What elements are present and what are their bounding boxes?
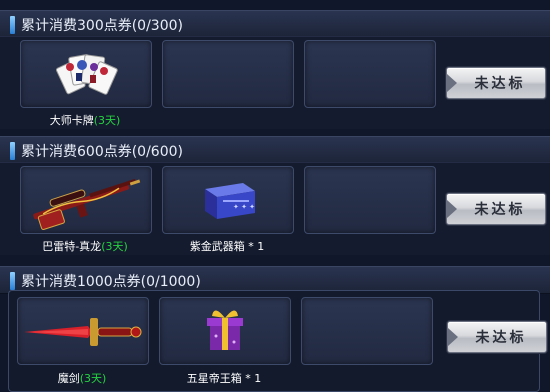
reward-slot[interactable] [20, 40, 152, 108]
sword-icon [24, 318, 142, 346]
sniper-rifle-icon [33, 178, 141, 231]
reward-label: 五星帝王箱 * 1 [149, 370, 299, 386]
status-label: 未达标 [474, 76, 526, 92]
reward-slot[interactable] [20, 166, 152, 234]
tier-header: 累计消费600点券(0/600) [0, 136, 550, 164]
tier-marker [10, 16, 15, 34]
reward-slot[interactable] [17, 297, 149, 365]
reward-slot[interactable] [159, 297, 291, 365]
reward-label: 巴雷特-真龙(3天) [10, 238, 160, 254]
reward-duration: (3天) [101, 240, 128, 253]
reward-name: 五星帝王箱 * 1 [186, 372, 262, 385]
reward-label: 紫金武器箱 * 1 [152, 238, 302, 254]
tier-marker [10, 142, 15, 160]
reward-label: 大师卡牌(3天) [10, 112, 160, 128]
tier-marker [10, 272, 15, 290]
tier-header: 累计消费300点券(0/300) [0, 10, 550, 38]
reward-label: 魔剑(3天) [7, 370, 157, 386]
reward-name: 紫金武器箱 * 1 [189, 240, 265, 253]
reward-duration: (3天) [93, 114, 121, 127]
button-notch [447, 200, 457, 218]
reward-name: 魔剑 [57, 372, 80, 385]
status-button[interactable]: 未达标 [447, 321, 547, 353]
reward-slot-empty [304, 166, 436, 234]
button-notch [447, 74, 457, 92]
status-button[interactable]: 未达标 [446, 67, 546, 99]
weapon-case-icon: ✦ ✦ ✦ [205, 183, 255, 219]
playing-cards-icon [55, 54, 118, 95]
reward-row: 巴雷特-真龙(3天) ✦ ✦ ✦ 紫金武器箱 * 1 未达标 [0, 162, 550, 255]
status-label: 未达标 [475, 330, 527, 346]
reward-slot-empty [304, 40, 436, 108]
reward-slot[interactable]: ✦ ✦ ✦ [162, 166, 294, 234]
status-button[interactable]: 未达标 [446, 193, 546, 225]
gift-box-icon [207, 310, 243, 350]
button-notch [448, 328, 458, 346]
reward-slot-empty [301, 297, 433, 365]
reward-name: 大师卡牌 [49, 114, 94, 127]
reward-slot-empty [162, 40, 294, 108]
tier-title: 累计消费600点券(0/600) [21, 144, 183, 160]
reward-row: 大师卡牌(3天) 未达标 [0, 36, 550, 129]
reward-duration: (3天) [79, 372, 107, 385]
status-label: 未达标 [474, 202, 526, 218]
reward-row: 魔剑(3天) 五星帝王箱 * 1 未达标 [7, 290, 547, 392]
svg-text:✦ ✦ ✦: ✦ ✦ ✦ [233, 203, 255, 211]
tier-title: 累计消费1000点券(0/1000) [21, 274, 201, 290]
reward-name: 巴雷特-真龙 [42, 240, 102, 253]
tier-title: 累计消费300点券(0/300) [21, 18, 183, 34]
